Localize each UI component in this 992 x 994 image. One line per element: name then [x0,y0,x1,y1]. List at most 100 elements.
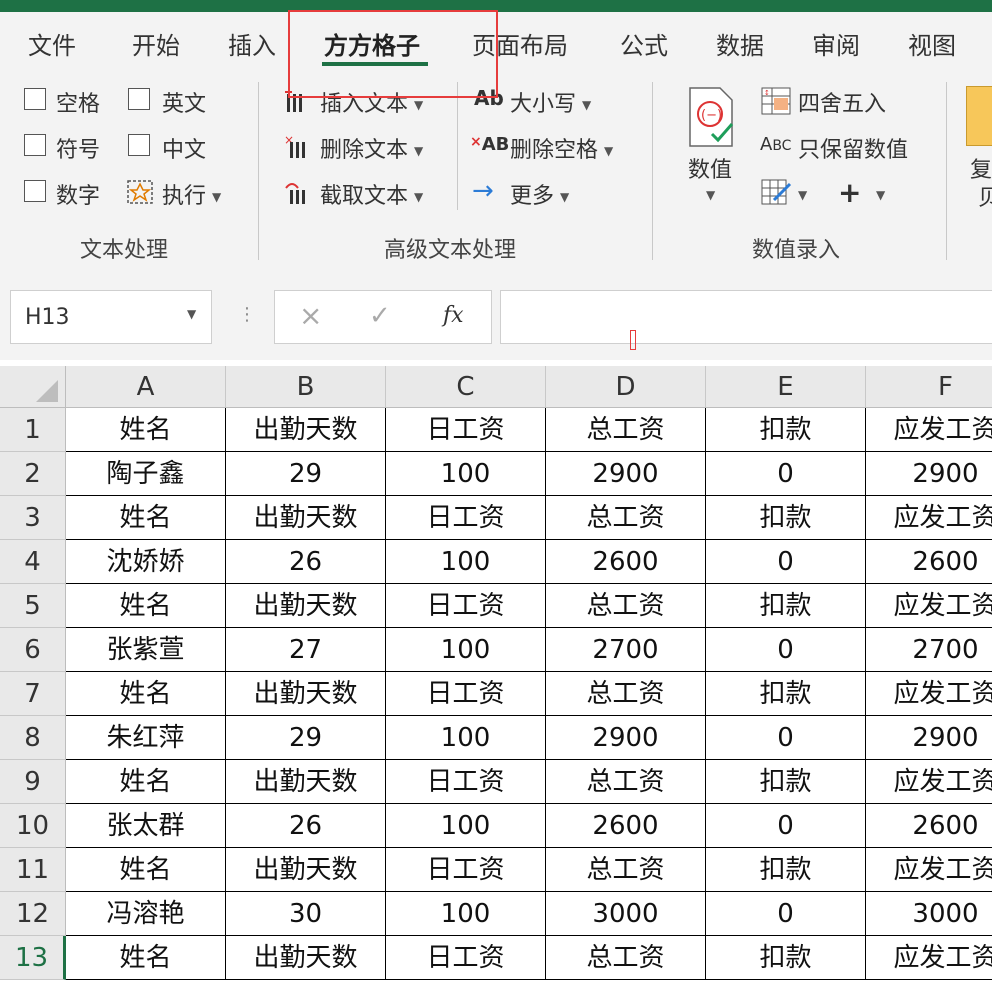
cell-E7[interactable]: 扣款 [706,672,866,716]
tab-home[interactable]: 开始 [132,26,180,61]
confirm-icon[interactable]: ✓ [369,301,391,331]
plus-icon[interactable]: + [838,176,861,209]
cell-F12[interactable]: 3000 [866,892,992,936]
more-button[interactable]: 更多 ▼ [510,178,569,210]
cell-F11[interactable]: 应发工资 [866,848,992,892]
cell-D4[interactable]: 2600 [546,540,706,584]
round-button[interactable]: 四舍五入 [798,86,886,118]
cell-C8[interactable]: 100 [386,716,546,760]
cell-C9[interactable]: 日工资 [386,760,546,804]
cell-C10[interactable]: 100 [386,804,546,848]
name-box[interactable]: H13 ▼ [10,290,212,344]
cell-F13[interactable]: 应发工资 [866,936,992,980]
cell-B11[interactable]: 出勤天数 [226,848,386,892]
cell-E5[interactable]: 扣款 [706,584,866,628]
tab-review[interactable]: 审阅 [812,26,860,61]
cell-C6[interactable]: 100 [386,628,546,672]
column-header-B[interactable]: B [226,366,386,408]
cell-B1[interactable]: 出勤天数 [226,408,386,452]
checkbox-space[interactable] [24,88,46,110]
row-header-3[interactable]: 3 [0,496,66,540]
cell-C7[interactable]: 日工资 [386,672,546,716]
cell-E3[interactable]: 扣款 [706,496,866,540]
cell-E8[interactable]: 0 [706,716,866,760]
cell-F9[interactable]: 应发工资 [866,760,992,804]
cell-F10[interactable]: 2600 [866,804,992,848]
checkbox-number[interactable] [24,180,46,202]
cell-B4[interactable]: 26 [226,540,386,584]
extract-text-button[interactable]: 截取文本 ▼ [320,178,423,210]
cell-D7[interactable]: 总工资 [546,672,706,716]
cell-D2[interactable]: 2900 [546,452,706,496]
chevron-down-icon[interactable]: ▼ [798,188,807,202]
cell-F1[interactable]: 应发工资 [866,408,992,452]
column-header-F[interactable]: F [866,366,992,408]
cell-C5[interactable]: 日工资 [386,584,546,628]
column-header-A[interactable]: A [66,366,226,408]
cell-A3[interactable]: 姓名 [66,496,226,540]
cell-C13[interactable]: 日工资 [386,936,546,980]
row-header-10[interactable]: 10 [0,804,66,848]
cell-C2[interactable]: 100 [386,452,546,496]
chevron-down-icon[interactable]: ▼ [706,188,715,202]
row-header-5[interactable]: 5 [0,584,66,628]
column-header-E[interactable]: E [706,366,866,408]
partial-button-label-2[interactable]: 贝 [978,180,992,212]
cell-D8[interactable]: 2900 [546,716,706,760]
cell-E9[interactable]: 扣款 [706,760,866,804]
cell-A13[interactable]: 姓名 [66,936,226,980]
cell-E10[interactable]: 0 [706,804,866,848]
cell-B6[interactable]: 27 [226,628,386,672]
cell-A7[interactable]: 姓名 [66,672,226,716]
cell-D6[interactable]: 2700 [546,628,706,672]
cell-E2[interactable]: 0 [706,452,866,496]
cell-D9[interactable]: 总工资 [546,760,706,804]
case-button[interactable]: 大小写 ▼ [510,86,591,118]
cell-D3[interactable]: 总工资 [546,496,706,540]
cell-B9[interactable]: 出勤天数 [226,760,386,804]
chevron-down-icon[interactable]: ▼ [876,188,885,202]
cell-D10[interactable]: 2600 [546,804,706,848]
cell-C11[interactable]: 日工资 [386,848,546,892]
checkbox-english[interactable] [128,88,150,110]
row-header-12[interactable]: 12 [0,892,66,936]
chevron-down-icon[interactable]: ▼ [187,307,196,321]
row-header-11[interactable]: 11 [0,848,66,892]
column-header-C[interactable]: C [386,366,546,408]
delete-text-button[interactable]: 删除文本 ▼ [320,132,423,164]
cell-B12[interactable]: 30 [226,892,386,936]
value-button-icon[interactable]: (−) [686,86,738,154]
cell-B7[interactable]: 出勤天数 [226,672,386,716]
cell-A10[interactable]: 张太群 [66,804,226,848]
cell-D12[interactable]: 3000 [546,892,706,936]
tab-view[interactable]: 视图 [908,26,956,61]
more-vertical-icon[interactable]: ⋮ [238,304,256,325]
tab-insert[interactable]: 插入 [228,26,276,61]
column-header-D[interactable]: D [546,366,706,408]
formula-input[interactable] [500,290,992,344]
row-header-1[interactable]: 1 [0,408,66,452]
cell-C4[interactable]: 100 [386,540,546,584]
cell-A6[interactable]: 张紫萱 [66,628,226,672]
cell-D13[interactable]: 总工资 [546,936,706,980]
cell-B5[interactable]: 出勤天数 [226,584,386,628]
cell-E1[interactable]: 扣款 [706,408,866,452]
cell-A8[interactable]: 朱红萍 [66,716,226,760]
cell-B2[interactable]: 29 [226,452,386,496]
cell-F3[interactable]: 应发工资 [866,496,992,540]
cell-B8[interactable]: 29 [226,716,386,760]
delete-space-button[interactable]: 删除空格 ▼ [510,132,613,164]
cell-E11[interactable]: 扣款 [706,848,866,892]
cell-A11[interactable]: 姓名 [66,848,226,892]
cell-F2[interactable]: 2900 [866,452,992,496]
cell-A5[interactable]: 姓名 [66,584,226,628]
row-header-8[interactable]: 8 [0,716,66,760]
cell-E12[interactable]: 0 [706,892,866,936]
tab-formulas[interactable]: 公式 [620,26,668,61]
cell-A4[interactable]: 沈娇娇 [66,540,226,584]
cell-F4[interactable]: 2600 [866,540,992,584]
tab-file[interactable]: 文件 [28,26,76,61]
execute-button-label[interactable]: 执行 ▼ [162,178,221,210]
cell-F7[interactable]: 应发工资 [866,672,992,716]
cell-C1[interactable]: 日工资 [386,408,546,452]
